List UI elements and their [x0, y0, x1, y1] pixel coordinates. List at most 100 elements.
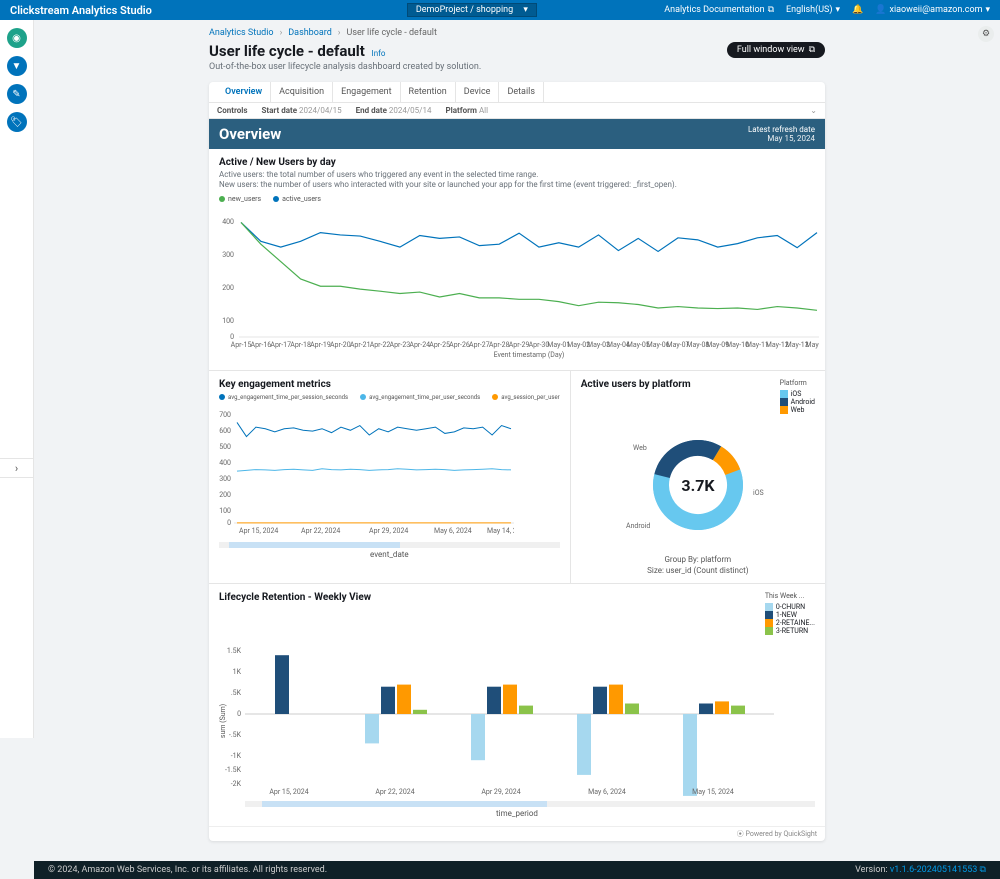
retention-legend-title: This Week ...	[765, 592, 815, 600]
info-link[interactable]: Info	[372, 49, 386, 58]
svg-text:Apr-17: Apr-17	[270, 341, 291, 349]
retention-title: Lifecycle Retention - Weekly View	[219, 592, 371, 633]
project-selector-value: DemoProject / shopping	[416, 5, 513, 15]
svg-text:Apr 15, 2024: Apr 15, 2024	[239, 527, 278, 535]
svg-text:Apr-26: Apr-26	[449, 341, 470, 349]
svg-text:0: 0	[227, 519, 231, 527]
chevron-down-icon: ▾	[523, 5, 528, 15]
tab-acquisition[interactable]: Acquisition	[271, 82, 333, 102]
active-new-users-section: Active / New Users by day Active users: …	[209, 149, 825, 371]
svg-text:300: 300	[222, 251, 234, 259]
funnel-icon: ▼	[12, 61, 22, 72]
legend-eng-user[interactable]: avg_engagement_time_per_user_seconds	[360, 394, 480, 401]
platform-legend-title: Platform	[780, 379, 815, 387]
legend-new-users[interactable]: new_users	[219, 195, 261, 203]
svg-text:700: 700	[219, 411, 231, 419]
svg-text:Apr 29, 2024: Apr 29, 2024	[369, 527, 408, 535]
legend-session-per-user[interactable]: avg_session_per_user	[492, 394, 559, 401]
chevron-right-icon: ›	[15, 462, 18, 475]
square-icon	[780, 390, 788, 398]
user-email: xiaoweii@amazon.com	[890, 5, 983, 15]
svg-text:200: 200	[219, 491, 231, 499]
svg-text:Web: Web	[633, 444, 647, 452]
svg-text:May 6, 2024: May 6, 2024	[434, 527, 472, 535]
version: Version: v1.1.6-202405141553 ⧉	[855, 865, 986, 875]
legend-platform-web[interactable]: Web	[780, 406, 815, 414]
platform-caption2: Size: user_id (Count distinct)	[581, 566, 815, 575]
svg-text:May-14: May-14	[806, 341, 819, 349]
external-link-icon: ⧉	[809, 45, 815, 55]
tab-details[interactable]: Details	[499, 82, 544, 102]
footer: © 2024, Amazon Web Services, Inc. or its…	[34, 861, 1000, 879]
controls-row[interactable]: Controls Start date 2024/04/15 End date …	[209, 103, 825, 119]
gauge-icon: ◉	[12, 33, 21, 44]
legend-platform-android[interactable]: Android	[780, 398, 815, 406]
legend-churn[interactable]: 0-CHURN	[765, 603, 815, 611]
svg-text:Apr-28: Apr-28	[489, 341, 510, 349]
platform-caption1: Group By: platform	[581, 555, 815, 564]
svg-text:Apr-23: Apr-23	[390, 341, 411, 349]
language-selector[interactable]: English(US) ▾	[786, 5, 840, 15]
engagement-xlabel: event_date	[219, 550, 560, 559]
svg-text:Apr 22, 2024: Apr 22, 2024	[301, 527, 340, 535]
sidebar-expand-button[interactable]: ›	[0, 458, 34, 478]
platform-title: Active users by platform	[581, 379, 691, 412]
legend-retained[interactable]: 2-RETAINE...	[765, 619, 815, 627]
sidebar-item-tag[interactable]: 🏷	[7, 112, 27, 132]
svg-text:Apr 15, 2024: Apr 15, 2024	[269, 788, 308, 796]
breadcrumb-dashboard[interactable]: Dashboard	[288, 28, 332, 38]
svg-text:iOS: iOS	[753, 489, 764, 497]
svg-text:Apr-20: Apr-20	[330, 341, 351, 349]
svg-text:-1.5K: -1.5K	[225, 766, 242, 774]
chart-scrollbar[interactable]	[245, 801, 815, 807]
platform-value: All	[479, 106, 488, 115]
tab-overview[interactable]: Overview	[217, 82, 271, 102]
breadcrumb-analytics-studio[interactable]: Analytics Studio	[209, 28, 274, 38]
legend-new[interactable]: 1-NEW	[765, 611, 815, 619]
sidebar-item-edit[interactable]: ✎	[7, 84, 27, 104]
chevron-right-icon: ›	[280, 28, 283, 38]
legend-platform-ios[interactable]: iOS	[780, 390, 815, 398]
tab-engagement[interactable]: Engagement	[333, 82, 400, 102]
brand: Clickstream Analytics Studio	[10, 4, 152, 17]
user-menu[interactable]: 👤 xiaoweii@amazon.com ▾	[875, 5, 990, 15]
refresh-date: May 15, 2024	[748, 134, 815, 143]
svg-text:400: 400	[222, 218, 234, 226]
svg-text:Android: Android	[626, 522, 650, 530]
chevron-right-icon: ›	[338, 28, 341, 38]
start-date-label: Start date	[262, 106, 298, 115]
pencil-icon: ✎	[12, 89, 20, 100]
dot-icon	[219, 394, 225, 400]
svg-text:300: 300	[219, 475, 231, 483]
legend-eng-session[interactable]: avg_engagement_time_per_session_seconds	[219, 394, 348, 401]
legend-active-users[interactable]: active_users	[273, 195, 321, 203]
legend-return[interactable]: 3-RETURN	[765, 627, 815, 635]
version-link[interactable]: v1.1.6-202405141553 ⧉	[890, 865, 986, 875]
page-header: Analytics Studio › Dashboard › User life…	[34, 20, 1000, 82]
chevron-down-icon: ▾	[985, 5, 990, 15]
user-icon: 👤	[875, 5, 886, 15]
powered-by: ⦿ Powered by QuickSight	[209, 826, 825, 841]
sidebar-item-home[interactable]: ◉	[7, 28, 27, 48]
chevron-down-icon: ▾	[836, 5, 841, 15]
svg-text:sum (Sum): sum (Sum)	[219, 704, 227, 738]
svg-text:Apr-21: Apr-21	[350, 341, 371, 349]
retention-chart-body: sum (Sum) 1.5K 1K .5K 0 -.5K -1K -1.5K -…	[219, 641, 815, 818]
svg-text:Apr 22, 2024: Apr 22, 2024	[375, 788, 414, 796]
svg-text:May 15, 2024: May 15, 2024	[692, 788, 734, 796]
notifications-button[interactable]: 🔔	[852, 5, 863, 15]
settings-button[interactable]: ⚙	[978, 26, 994, 42]
page-title-text: User life cycle - default	[209, 42, 365, 60]
svg-text:Apr 29, 2024: Apr 29, 2024	[481, 788, 520, 796]
page-title: User life cycle - default Info	[209, 42, 481, 60]
docs-link[interactable]: Analytics Documentation ⧉	[664, 5, 774, 15]
full-window-button[interactable]: Full window view ⧉	[727, 42, 825, 58]
tab-device[interactable]: Device	[456, 82, 500, 102]
tab-retention[interactable]: Retention	[401, 82, 456, 102]
square-icon	[765, 603, 773, 611]
chart-scrollbar[interactable]	[219, 542, 560, 548]
dot-icon	[492, 394, 498, 400]
project-selector[interactable]: DemoProject / shopping ▾	[407, 3, 537, 17]
sidebar-item-filter[interactable]: ▼	[7, 56, 27, 76]
engagement-section: Key engagement metrics avg_engagement_ti…	[209, 371, 571, 583]
